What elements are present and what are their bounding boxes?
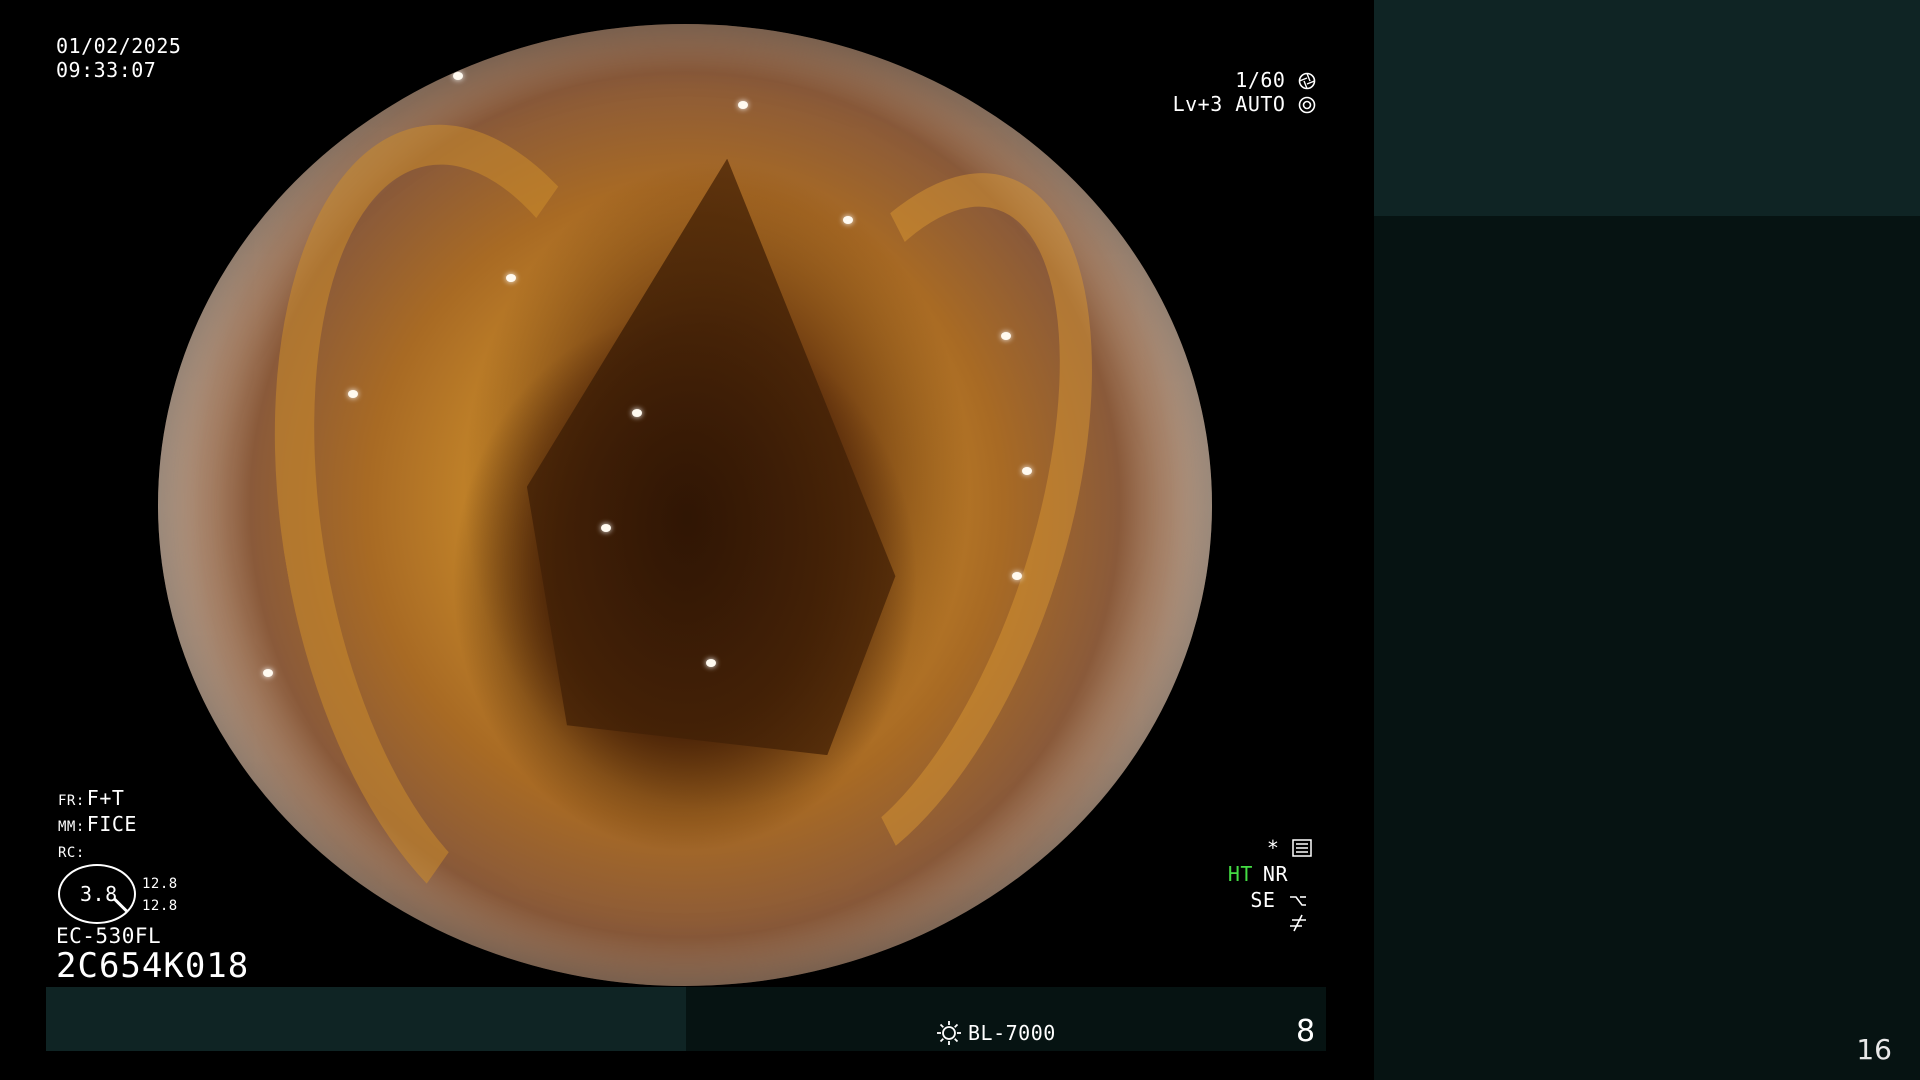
ht-nr-indicator: HT NR [1228,862,1288,886]
frame-mode: FR: F+T [58,786,124,813]
light-source: BL-7000 [936,1020,1056,1046]
filter-indicator [1288,912,1308,937]
rc-label: RC: [58,845,85,861]
enhance-icon [1290,896,1306,906]
rc-mode: RC: [58,838,87,865]
mm-label: MM: [58,819,85,835]
sun-icon [937,1021,961,1045]
shutter-speed-row: 1/60 [1173,68,1316,92]
image-mode: MM: FICE [58,812,137,839]
mm-value: FICE [86,812,137,836]
settings-star: * [1266,836,1280,860]
light-source-label: BL-7000 [968,1021,1056,1045]
side-panel-bottom [1374,216,1920,1080]
fr-value: F+T [86,786,125,810]
date-time: 01/02/2025 09:33:07 [56,34,181,82]
menu-icon [1292,839,1312,857]
ht-label: HT [1227,862,1253,886]
shutter-info: 1/60 Lv+3 AUTO [1173,68,1316,116]
date: 01/02/2025 [56,34,182,58]
nr-label: NR [1262,862,1288,886]
rc-gauge-value: 3.8 [80,882,118,906]
scope-serial: 2C654K018 [56,946,250,986]
se-indicator: SE [1250,888,1308,912]
iris-icon [1298,96,1316,114]
time: 09:33:07 [56,58,157,82]
shutter-speed: 1/60 [1235,68,1286,92]
rc-value-bottom: 12.8 [142,898,178,914]
rc-value-top: 12.8 [142,876,178,892]
side-page-number: 16 [1856,1033,1892,1066]
level-mode: Lv+3 AUTO [1172,92,1286,116]
se-label: SE [1250,888,1276,912]
vignette [158,24,1212,986]
filter-icon [1290,914,1306,932]
bottom-number: 8 [1296,1014,1316,1049]
bottom-bar-left [46,987,686,1051]
side-panel-top [1374,0,1920,216]
aperture-icon [1298,72,1316,90]
settings-indicator: * [1267,836,1312,860]
scope-model: EC-530FL [56,924,162,948]
level-mode-row: Lv+3 AUTO [1173,92,1316,116]
endoscope-image [158,24,1212,986]
fr-label: FR: [58,793,85,809]
